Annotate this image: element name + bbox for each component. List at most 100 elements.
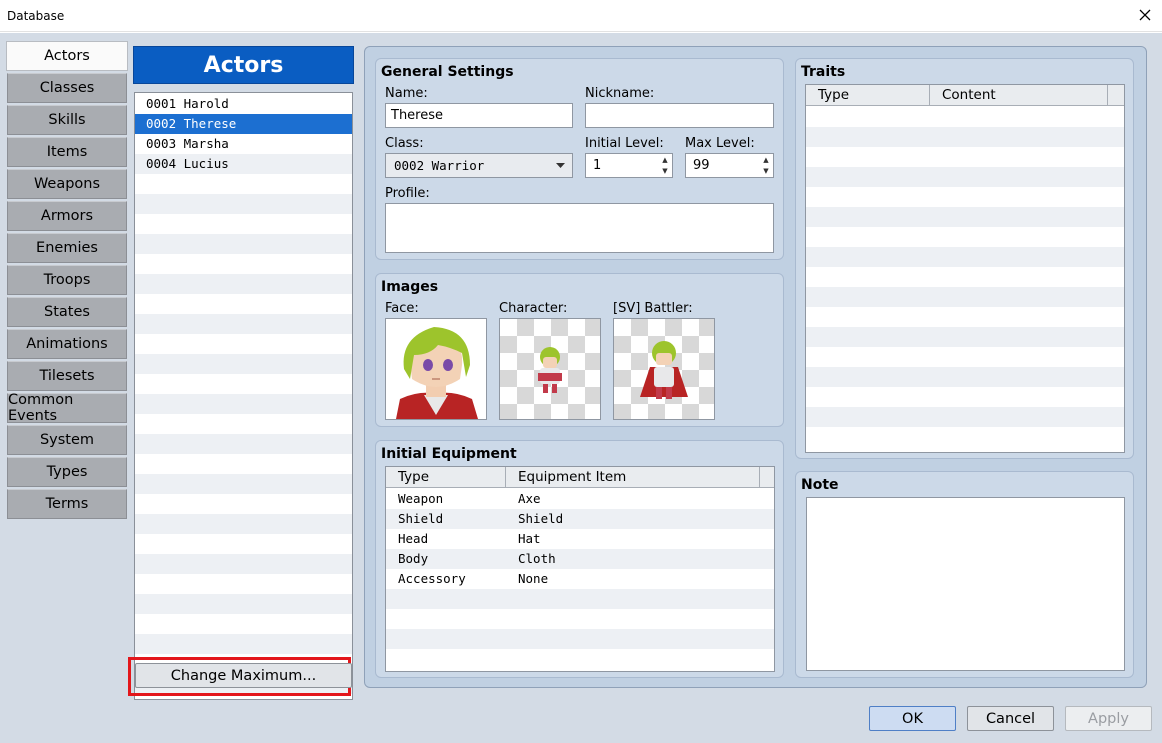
character-image[interactable] xyxy=(499,318,601,420)
empty-row[interactable] xyxy=(386,609,774,629)
empty-row[interactable] xyxy=(135,514,352,534)
tab-types[interactable]: Types xyxy=(7,457,127,487)
nickname-label: Nickname: xyxy=(585,86,655,101)
nickname-field[interactable] xyxy=(585,103,774,128)
empty-row[interactable] xyxy=(135,454,352,474)
table-row[interactable]: Body Cloth xyxy=(386,549,774,569)
equipment-table-header: Type Equipment Item xyxy=(386,467,774,488)
name-field[interactable]: Therese xyxy=(385,103,573,128)
list-item[interactable]: 0004 Lucius xyxy=(135,154,352,174)
empty-row[interactable] xyxy=(135,254,352,274)
tab-label: States xyxy=(44,304,90,320)
empty-row[interactable] xyxy=(386,589,774,609)
tab-terms[interactable]: Terms xyxy=(7,489,127,519)
empty-row[interactable] xyxy=(806,387,1124,407)
initial-level-stepper[interactable]: 1 ▲ ▼ xyxy=(585,153,673,178)
empty-row[interactable] xyxy=(135,294,352,314)
empty-row[interactable] xyxy=(135,314,352,334)
table-row[interactable]: Weapon Axe xyxy=(386,489,774,509)
empty-row[interactable] xyxy=(135,494,352,514)
ok-button[interactable]: OK xyxy=(869,706,956,731)
table-row[interactable]: Head Hat xyxy=(386,529,774,549)
close-icon[interactable] xyxy=(1132,3,1158,27)
empty-row[interactable] xyxy=(806,167,1124,187)
change-maximum-button[interactable]: Change Maximum... xyxy=(135,663,352,688)
column-header-content[interactable]: Content xyxy=(930,85,1108,106)
tab-states[interactable]: States xyxy=(7,297,127,327)
empty-row[interactable] xyxy=(135,214,352,234)
empty-row[interactable] xyxy=(135,334,352,354)
empty-row[interactable] xyxy=(135,374,352,394)
empty-row[interactable] xyxy=(806,127,1124,147)
battler-image[interactable] xyxy=(613,318,715,420)
tab-label: Items xyxy=(46,144,88,160)
empty-row[interactable] xyxy=(135,414,352,434)
empty-row[interactable] xyxy=(135,234,352,254)
empty-row[interactable] xyxy=(135,474,352,494)
empty-row[interactable] xyxy=(135,434,352,454)
list-item-selected[interactable]: 0002 Therese xyxy=(135,114,352,134)
empty-row[interactable] xyxy=(135,394,352,414)
traits-table[interactable]: Type Content xyxy=(805,84,1125,453)
empty-row[interactable] xyxy=(135,554,352,574)
profile-field[interactable] xyxy=(385,203,774,253)
empty-row[interactable] xyxy=(806,367,1124,387)
tab-label: Terms xyxy=(45,496,89,512)
tab-tilesets[interactable]: Tilesets xyxy=(7,361,127,391)
empty-row[interactable] xyxy=(135,614,352,634)
tab-system[interactable]: System xyxy=(7,425,127,455)
tab-common-events[interactable]: Common Events xyxy=(7,392,127,424)
tab-actors[interactable]: Actors xyxy=(6,41,128,71)
empty-row[interactable] xyxy=(135,354,352,374)
max-level-stepper[interactable]: 99 ▲ ▼ xyxy=(685,153,774,178)
note-field[interactable] xyxy=(806,497,1125,671)
tab-items[interactable]: Items xyxy=(7,137,127,167)
empty-row[interactable] xyxy=(386,629,774,649)
empty-row[interactable] xyxy=(806,207,1124,227)
apply-button[interactable]: Apply xyxy=(1065,706,1152,731)
tab-weapons[interactable]: Weapons xyxy=(7,169,127,199)
tab-enemies[interactable]: Enemies xyxy=(7,233,127,263)
empty-row[interactable] xyxy=(806,427,1124,447)
stepper-arrows-icon[interactable]: ▲ ▼ xyxy=(660,156,670,176)
empty-row[interactable] xyxy=(806,407,1124,427)
empty-row[interactable] xyxy=(135,174,352,194)
empty-row[interactable] xyxy=(135,574,352,594)
tab-animations[interactable]: Animations xyxy=(7,329,127,359)
empty-row[interactable] xyxy=(806,247,1124,267)
actors-list[interactable]: 0001 Harold 0002 Therese 0003 Marsha 000… xyxy=(134,92,353,700)
list-item[interactable]: 0003 Marsha xyxy=(135,134,352,154)
battler-label: [SV] Battler: xyxy=(613,301,693,316)
empty-row[interactable] xyxy=(135,534,352,554)
column-header-equipment-item[interactable]: Equipment Item xyxy=(506,467,760,488)
cancel-button[interactable]: Cancel xyxy=(967,706,1054,731)
empty-row[interactable] xyxy=(386,649,774,669)
column-header-type[interactable]: Type xyxy=(386,467,506,488)
face-image[interactable] xyxy=(385,318,487,420)
equip-type: Body xyxy=(398,551,429,566)
empty-row[interactable] xyxy=(806,287,1124,307)
empty-row[interactable] xyxy=(806,107,1124,127)
empty-row[interactable] xyxy=(806,347,1124,367)
table-row[interactable]: Shield Shield xyxy=(386,509,774,529)
table-row[interactable]: Accessory None xyxy=(386,569,774,589)
empty-row[interactable] xyxy=(806,327,1124,347)
tab-armors[interactable]: Armors xyxy=(7,201,127,231)
column-header-type[interactable]: Type xyxy=(806,85,930,106)
empty-row[interactable] xyxy=(806,307,1124,327)
list-item[interactable]: 0001 Harold xyxy=(135,94,352,114)
empty-row[interactable] xyxy=(135,194,352,214)
class-select[interactable]: 0002 Warrior xyxy=(385,153,573,178)
empty-row[interactable] xyxy=(806,147,1124,167)
empty-row[interactable] xyxy=(806,227,1124,247)
tab-skills[interactable]: Skills xyxy=(7,105,127,135)
empty-row[interactable] xyxy=(135,634,352,654)
empty-row[interactable] xyxy=(135,274,352,294)
stepper-arrows-icon[interactable]: ▲ ▼ xyxy=(761,156,771,176)
empty-row[interactable] xyxy=(806,187,1124,207)
equipment-table[interactable]: Type Equipment Item Weapon Axe Shield Shie… xyxy=(385,466,775,672)
tab-troops[interactable]: Troops xyxy=(7,265,127,295)
empty-row[interactable] xyxy=(806,267,1124,287)
empty-row[interactable] xyxy=(135,594,352,614)
tab-classes[interactable]: Classes xyxy=(7,73,127,103)
